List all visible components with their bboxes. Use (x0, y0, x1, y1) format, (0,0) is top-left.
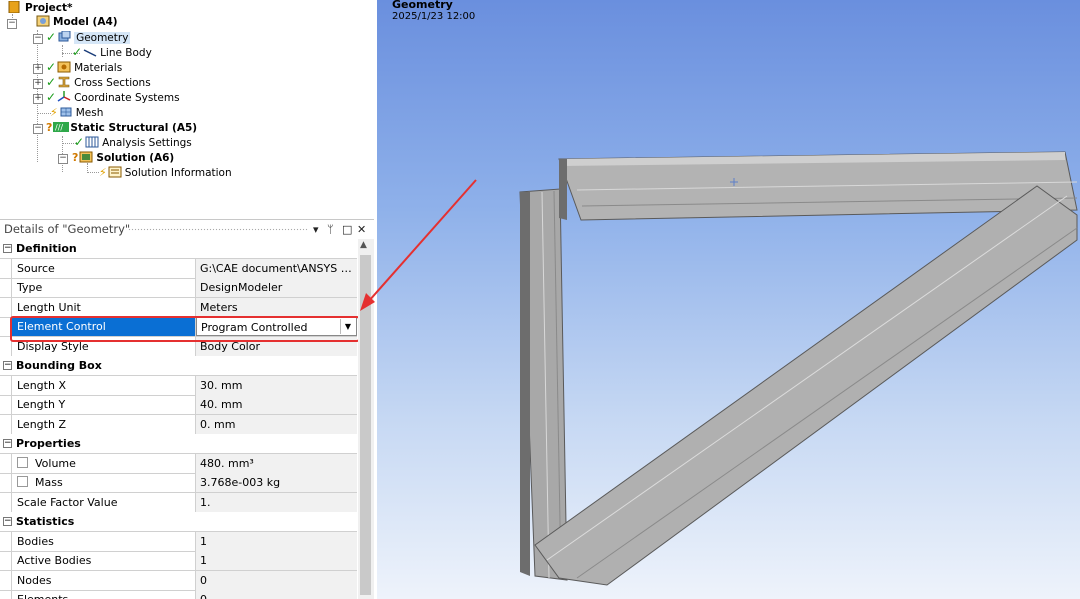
scroll-up-icon[interactable]: ▲ (360, 240, 367, 250)
cross-sections-icon (57, 76, 71, 88)
tree-node-line-body[interactable]: ✓ Line Body (72, 45, 152, 60)
project-icon (8, 0, 22, 14)
vertical-beam-flange (520, 192, 530, 576)
collapse-icon[interactable]: − (3, 244, 12, 253)
tree-node-coordinate-systems[interactable]: ✓ Coordinate Systems (46, 90, 180, 105)
line-body-icon (83, 46, 97, 58)
tree-node-mesh[interactable]: ⚡ Mesh (50, 105, 103, 120)
collapse-icon[interactable]: − (3, 439, 12, 448)
pin-icon[interactable]: ᛘ (327, 220, 334, 239)
geometry-icon (57, 30, 71, 43)
status-check-icon: ✓ (46, 75, 57, 89)
svg-text:///: /// (55, 123, 63, 132)
property-row[interactable]: Source G:\CAE document\ANSYS stati... (0, 258, 357, 279)
tree-node-solution[interactable]: ? Solution (A6) (72, 150, 174, 165)
graphics-viewport[interactable]: Geometry 2025/1/23 12:00 (377, 0, 1080, 599)
expand-coordinate-systems-toggle[interactable]: + (33, 94, 43, 104)
status-question-icon: ? (46, 121, 53, 134)
collapse-icon[interactable]: − (3, 517, 12, 526)
details-scrollbar[interactable]: ▲ (358, 239, 374, 599)
volume-checkbox[interactable] (17, 456, 28, 468)
property-row[interactable]: Nodes 0 (0, 570, 357, 591)
tree-node-project[interactable]: Project* (8, 0, 73, 16)
dropdown-arrow-icon[interactable]: ▾ (313, 220, 319, 239)
highlight-box (10, 316, 360, 342)
outline-tree: Project* − Model (A4) − ✓ Geometry ✓ Line … (0, 0, 374, 218)
close-icon[interactable]: ✕ (357, 220, 366, 239)
property-row[interactable]: Length Y 40. mm (0, 395, 357, 415)
property-row[interactable]: Scale Factor Value 1. (0, 492, 357, 513)
status-question-icon: ? (72, 151, 79, 164)
collapse-model-toggle[interactable]: − (7, 19, 17, 29)
tree-node-materials[interactable]: ✓ Materials (46, 60, 122, 75)
tree-node-static-structural[interactable]: ?///Static Structural (A5) (46, 120, 197, 135)
model-icon (36, 15, 50, 27)
tree-node-geometry[interactable]: ✓ Geometry (46, 30, 131, 45)
expand-materials-toggle[interactable]: + (33, 64, 43, 74)
status-check-icon: ✓ (72, 45, 83, 59)
category-bounding-box[interactable]: − Bounding Box (0, 356, 357, 376)
property-row[interactable]: Type DesignModeler (0, 278, 357, 298)
details-panel-header: Details of "Geometry" ▾ ᛘ □ ✕ (0, 219, 374, 239)
mesh-icon (59, 106, 73, 118)
collapse-geometry-toggle[interactable]: − (33, 34, 43, 44)
diagonal-beam-edge (576, 227, 1078, 579)
tree-node-model[interactable]: Model (A4) (36, 15, 118, 30)
property-row[interactable]: Length Unit Meters (0, 297, 357, 318)
maximize-icon[interactable]: □ (342, 220, 352, 239)
collapse-icon[interactable]: − (3, 361, 12, 370)
property-row[interactable]: Length X 30. mm (0, 375, 357, 396)
status-lightning-icon: ⚡ (99, 166, 107, 179)
solution-icon (79, 151, 93, 163)
analysis-settings-icon (85, 136, 99, 148)
status-lightning-icon: ⚡ (50, 106, 58, 119)
property-row[interactable]: Volume 480. mm³ (0, 453, 357, 474)
header-grip (128, 228, 308, 231)
details-grid: − Definition Source G:\CAE document\ANSY… (0, 239, 357, 599)
coordinate-systems-icon (57, 91, 71, 103)
scrollbar-thumb[interactable] (360, 255, 371, 595)
horizontal-beam-end (559, 159, 567, 220)
status-check-icon: ✓ (46, 30, 57, 44)
property-row[interactable]: Bodies 1 (0, 531, 357, 552)
collapse-static-structural-toggle[interactable]: − (33, 124, 43, 134)
category-properties[interactable]: − Properties (0, 434, 357, 454)
diagonal-beam-edge (546, 195, 1068, 561)
tree-node-cross-sections[interactable]: ✓ Cross Sections (46, 75, 151, 90)
collapse-solution-toggle[interactable]: − (58, 154, 68, 164)
left-panel: Project* − Model (A4) − ✓ Geometry ✓ Line … (0, 0, 374, 599)
materials-icon (57, 61, 71, 73)
status-check-icon: ✓ (46, 90, 57, 104)
property-row[interactable]: Elements 0 (0, 590, 357, 599)
property-row[interactable]: Length Z 0. mm (0, 414, 357, 435)
tree-node-analysis-settings[interactable]: ✓ Analysis Settings (74, 135, 192, 150)
status-check-icon: ✓ (74, 135, 85, 149)
solution-information-icon (108, 166, 122, 178)
details-title: Details of "Geometry" (4, 222, 131, 236)
expand-cross-sections-toggle[interactable]: + (33, 79, 43, 89)
beam-model[interactable] (377, 0, 1080, 599)
static-structural-icon: /// (53, 121, 70, 133)
property-row[interactable]: Active Bodies 1 (0, 551, 357, 571)
category-statistics[interactable]: − Statistics (0, 512, 357, 532)
category-definition[interactable]: − Definition (0, 239, 357, 259)
mass-checkbox[interactable] (17, 476, 28, 487)
tree-node-solution-information[interactable]: ⚡ Solution Information (99, 165, 232, 180)
status-check-icon: ✓ (46, 60, 57, 74)
property-row[interactable]: Mass 3.768e-003 kg (0, 473, 357, 493)
